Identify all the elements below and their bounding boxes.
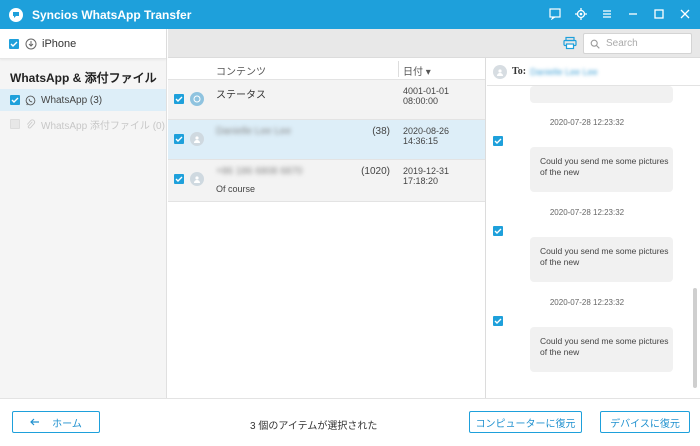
row-date: 4001-01-01 08:00:00 <box>403 86 450 106</box>
app-title: Syncios WhatsApp Transfer <box>32 7 192 22</box>
row-name: Danielle Lee Lee <box>216 126 292 137</box>
list-header: コンテンツ 日付 ▾ <box>168 58 485 80</box>
message-time: 2020-07-28 12:23:32 <box>549 208 625 217</box>
paperclip-icon <box>26 118 36 129</box>
search-icon <box>590 39 600 49</box>
message-text: Could you send me some pictures of the n… <box>540 246 669 267</box>
message-text: Could you send me some pictures of the n… <box>540 336 669 357</box>
sidebar-item-attachments: WhatsApp 添付ファイル (0) <box>0 113 166 135</box>
sidebar-item-whatsapp[interactable]: WhatsApp (3) <box>0 89 166 111</box>
message-bubble: Could you send me some pictures of the n… <box>530 327 673 372</box>
message-text: Could you send me some pictures of the n… <box>540 156 669 177</box>
message-bubble: Could you send me some pictures of the n… <box>530 237 673 282</box>
device-name: iPhone <box>42 37 77 50</box>
row-checkbox[interactable] <box>174 134 184 144</box>
restore-to-device-button[interactable]: デバイスに復元 <box>600 411 690 433</box>
row-date: 2019-12-31 17:18:20 <box>403 166 450 186</box>
device-row[interactable]: iPhone <box>0 29 166 59</box>
row-name: ステータス <box>216 90 266 101</box>
section-title: WhatsApp & 添付ファイル <box>10 71 157 85</box>
selection-status: 3 個のアイテムが選択された <box>250 421 378 432</box>
message-detail: To: Danielle Lee Lee 2020-07-28 12:23:32… <box>487 58 700 398</box>
message-checkbox[interactable] <box>493 226 503 236</box>
attachments-checkbox <box>10 119 20 129</box>
sort-down-icon: ▾ <box>425 67 431 78</box>
message-bubble: Could you send me some pictures of the n… <box>530 147 673 192</box>
footer: ホーム 3 個のアイテムが選択された コンピューターに復元 デバイスに復元 <box>0 398 700 446</box>
device-icon <box>25 38 37 49</box>
row-preview: Of course <box>216 184 256 194</box>
row-count: (1020) <box>361 166 390 177</box>
column-header-content[interactable]: コンテンツ <box>216 63 266 78</box>
list-item[interactable]: +86 186 6808 6870 (1020) 2019-12-31 17:1… <box>168 160 485 202</box>
feedback-icon[interactable] <box>548 7 562 21</box>
row-checkbox[interactable] <box>174 174 184 184</box>
arrow-left-icon <box>30 418 40 426</box>
title-bar: Syncios WhatsApp Transfer <box>0 0 700 29</box>
close-icon[interactable] <box>678 7 692 21</box>
avatar <box>190 132 204 146</box>
menu-icon[interactable] <box>600 7 614 21</box>
home-button[interactable]: ホーム <box>12 411 100 433</box>
row-date: 2020-08-26 14:36:15 <box>403 126 450 146</box>
column-divider <box>398 61 399 77</box>
message-checkbox[interactable] <box>493 136 503 146</box>
print-icon[interactable] <box>563 36 577 50</box>
column-date-label: 日付 <box>403 67 423 78</box>
device-checkbox[interactable] <box>9 38 19 49</box>
scrollbar[interactable] <box>693 288 697 388</box>
minimize-icon[interactable] <box>626 7 640 21</box>
conversation-list: コンテンツ 日付 ▾ ステータス 4001-01-01 08:00:00 Dan… <box>168 58 486 398</box>
sidebar-item-label: WhatsApp 添付ファイル (0) <box>41 120 165 132</box>
list-item[interactable]: Danielle Lee Lee (38) 2020-08-26 14:36:1… <box>168 120 485 160</box>
whatsapp-icon <box>25 95 36 105</box>
restore-to-computer-button[interactable]: コンピューターに復元 <box>469 411 582 433</box>
app-logo-icon <box>9 7 23 22</box>
sidebar: iPhone WhatsApp & 添付ファイル WhatsApp (3) Wh… <box>0 29 167 398</box>
settings-icon[interactable] <box>574 7 588 21</box>
home-button-label: ホーム <box>52 418 82 430</box>
search-box[interactable] <box>583 33 692 54</box>
search-input[interactable] <box>606 38 686 49</box>
maximize-icon[interactable] <box>652 7 666 21</box>
message-thread: 2020-07-28 12:23:32 Could you send me so… <box>487 58 700 398</box>
message-time: 2020-07-28 12:23:32 <box>549 298 625 307</box>
avatar <box>190 172 204 186</box>
row-checkbox[interactable] <box>174 94 184 104</box>
message-bubble-partial <box>530 86 673 103</box>
column-header-date[interactable]: 日付 ▾ <box>403 63 431 78</box>
message-checkbox[interactable] <box>493 316 503 326</box>
toolbar <box>168 29 700 58</box>
status-icon <box>190 92 204 106</box>
list-item[interactable]: ステータス 4001-01-01 08:00:00 <box>168 80 485 120</box>
whatsapp-checkbox[interactable] <box>10 95 20 105</box>
row-name: +86 186 6808 6870 <box>216 166 303 177</box>
sidebar-item-label: WhatsApp (3) <box>41 94 103 106</box>
message-time: 2020-07-28 12:23:32 <box>549 118 625 127</box>
row-count: (38) <box>372 126 390 137</box>
